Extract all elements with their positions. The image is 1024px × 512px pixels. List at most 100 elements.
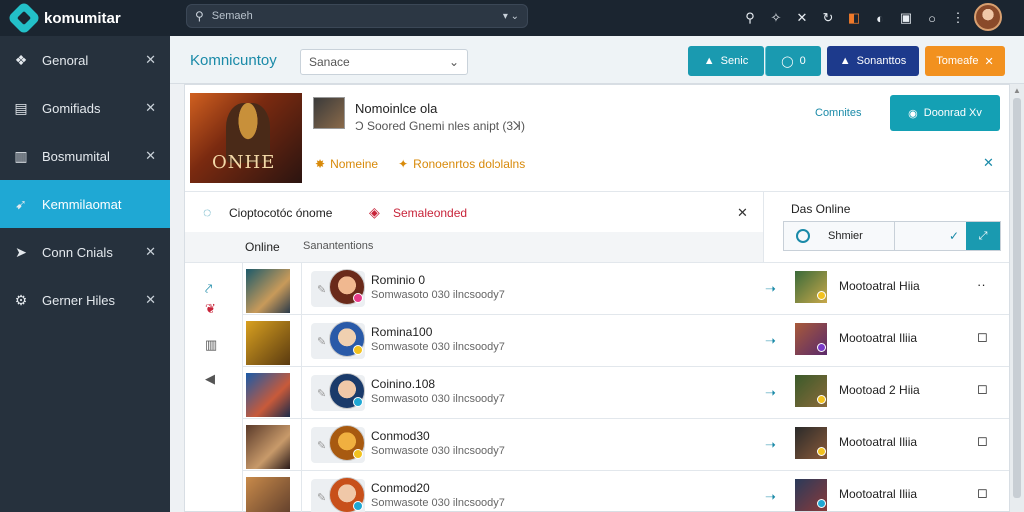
close-icon[interactable]: ✕: [145, 100, 156, 116]
sort-button-label: Sonanttos: [856, 55, 907, 67]
search-icon[interactable]: ⚲: [742, 10, 758, 26]
filter-select-value: Sanace: [309, 55, 350, 69]
list-item[interactable]: ✎ Coinino.108 Somwasoto 030 ilncsoody7 ➝…: [243, 367, 1009, 419]
status-badge: [353, 345, 363, 355]
user-avatar[interactable]: [974, 3, 1002, 31]
close-icon[interactable]: ✕: [983, 155, 994, 171]
status-button[interactable]: ◯ 0: [765, 46, 821, 76]
list-item[interactable]: ✎ Romina100 Somwasote 030 ilncsoody7 ➝ M…: [243, 315, 1009, 367]
chat-icon[interactable]: ◌: [203, 204, 211, 220]
sidebar-item-conn-cnials[interactable]: ➤ Conn Cnials ✕: [0, 228, 170, 276]
close-icon[interactable]: ✕: [145, 244, 156, 260]
more-icon[interactable]: ◻: [977, 485, 988, 501]
more-icon[interactable]: ◻: [977, 329, 988, 345]
alert-icon[interactable]: ◈: [369, 204, 380, 221]
list-item[interactable]: ✎ Rominio 0 Somwasoto 030 ilncsoody7 ➝ M…: [243, 263, 1009, 315]
sidebar-item-bosmumital[interactable]: ▥ Bosmumital ✕: [0, 132, 170, 180]
check-icon[interactable]: ✓: [949, 229, 959, 243]
tag-item[interactable]: ✸ Nomeine: [315, 157, 378, 171]
chat-row: ◌ Cioptocotóc ónome ◈ Semaleonded ✕: [185, 192, 763, 232]
chevron-down-icon[interactable]: ▾ ⌄: [503, 11, 519, 22]
book-icon[interactable]: ▥: [205, 337, 217, 353]
online-filter[interactable]: Shmier ✓ ⤢: [783, 221, 1001, 251]
sidebar-item-kemmilaomat[interactable]: ➹ Kemmilaomat: [0, 180, 170, 228]
refresh-icon[interactable]: ↻: [820, 10, 836, 26]
arrow-icon[interactable]: ➝: [765, 281, 776, 297]
chevron-up-icon[interactable]: ▲: [1013, 86, 1021, 95]
sidebar-item-gomifiads[interactable]: ▤ Gomifiads ✕: [0, 84, 170, 132]
game-thumbnail: [313, 97, 345, 129]
member-meta: Somwasote 030 ilncsoody7: [371, 497, 505, 509]
megaphone-icon[interactable]: ◀: [205, 371, 215, 387]
heart-icon[interactable]: ❦: [205, 301, 216, 317]
user-icon: ▲: [703, 55, 715, 67]
scrollbar-thumb[interactable]: [1013, 98, 1021, 498]
search-input[interactable]: [211, 10, 503, 22]
more-icon[interactable]: ··: [977, 277, 986, 292]
chat-label[interactable]: Cioptocotóc ónome: [229, 206, 332, 220]
alert-label[interactable]: Semaleonded: [393, 206, 467, 220]
star-icon[interactable]: ✧: [768, 10, 784, 26]
brand-name: komumitar: [44, 9, 121, 27]
close-icon[interactable]: ✕: [794, 10, 810, 26]
tab-online[interactable]: Online: [245, 240, 280, 254]
sidebar: ❖ Genoral ✕ ▤ Gomifiads ✕ ▥ Bosmumital ✕…: [0, 36, 170, 512]
game-name: Mootoatral Iliia: [839, 487, 918, 501]
link-icon[interactable]: ⤤: [205, 281, 212, 297]
radio-icon[interactable]: [796, 229, 810, 243]
online-panel-title: Das Online: [791, 202, 851, 216]
banner-text: ONHE: [212, 152, 276, 173]
close-icon[interactable]: ✕: [737, 205, 748, 221]
member-meta: Somwasote 030 ilncsoody7: [371, 341, 505, 353]
arrow-icon[interactable]: ➝: [765, 489, 776, 505]
search-bar[interactable]: ⚲ ▾ ⌄: [186, 4, 528, 28]
sidebar-item-gerner-hiles[interactable]: ⚙ Gerner Hiles ✕: [0, 276, 170, 324]
member-name: Conmod20: [371, 481, 430, 495]
tag-item[interactable]: ✦ Ronoenrtos dolɔlalns: [398, 157, 525, 171]
brand[interactable]: komumitar: [0, 1, 170, 35]
message-icon[interactable]: ▣: [898, 10, 914, 26]
close-button[interactable]: Tomeafe ✕: [925, 46, 1005, 76]
clock-icon[interactable]: ◐: [872, 10, 888, 26]
divider: [763, 192, 764, 262]
top-bar: komumitar ⚲ ▾ ⌄ ⚲ ✧ ✕ ↻ ◧ ◐ ▣ ○ ⋮: [0, 0, 1024, 36]
game-thumbnail: [246, 321, 290, 365]
close-icon[interactable]: ✕: [145, 292, 156, 308]
game-name: Mootoad 2 Hiia: [839, 383, 920, 397]
expand-button[interactable]: ⤢: [966, 222, 1000, 250]
top-icons: ⚲ ✧ ✕ ↻ ◧ ◐ ▣ ○ ⋮: [742, 0, 966, 36]
status-badge: [817, 447, 826, 456]
arrow-icon[interactable]: ➝: [765, 437, 776, 453]
close-icon[interactable]: ✕: [145, 148, 156, 164]
sidebar-item-label: Gomifiads: [42, 100, 101, 116]
member-name: Conmod30: [371, 429, 430, 443]
status-icon[interactable]: ○: [924, 10, 940, 26]
search-button[interactable]: ▲ Senic: [688, 46, 764, 76]
member-meta: Somwasoto 030 ilncsoody7: [371, 393, 505, 405]
status-button-label: 0: [799, 55, 806, 67]
close-icon[interactable]: ✕: [145, 52, 156, 68]
sidebar-item-general[interactable]: ❖ Genoral ✕: [0, 36, 170, 84]
member-name: Romina100: [371, 325, 433, 339]
bookmark-icon[interactable]: ◧: [846, 10, 862, 26]
scrollbar[interactable]: ▲: [1010, 84, 1024, 512]
list-item[interactable]: ✎ Conmod20 Somwasote 030 ilncsoody7 ➝ Mo…: [243, 471, 1009, 512]
member-name: Rominio 0: [371, 273, 426, 287]
more-icon[interactable]: ◻: [977, 381, 988, 397]
sort-button[interactable]: ▲ Sonanttos: [827, 46, 919, 76]
download-button[interactable]: ◉ Doonrad Xv: [890, 95, 1000, 131]
more-icon[interactable]: ◻: [977, 433, 988, 449]
filter-select[interactable]: Sanace ⌄: [300, 49, 468, 75]
download-button-label: Doonrad Xv: [923, 107, 982, 119]
list-item[interactable]: ✎ Conmod30 Somwasote 030 ilncsoody7 ➝ Mo…: [243, 419, 1009, 471]
communities-link[interactable]: Comnites: [815, 107, 861, 119]
pin-icon: ✎: [317, 492, 327, 504]
pin-icon: ✎: [317, 336, 327, 348]
status-badge: [353, 293, 363, 303]
more-icon[interactable]: ⋮: [950, 10, 966, 26]
download-icon: ◉: [908, 107, 918, 120]
left-toolbar: ⤤ ❦ ▥ ◀: [185, 263, 243, 512]
arrow-icon[interactable]: ➝: [765, 385, 776, 401]
tab-secondary[interactable]: Sanantentions: [303, 240, 373, 252]
arrow-icon[interactable]: ➝: [765, 333, 776, 349]
